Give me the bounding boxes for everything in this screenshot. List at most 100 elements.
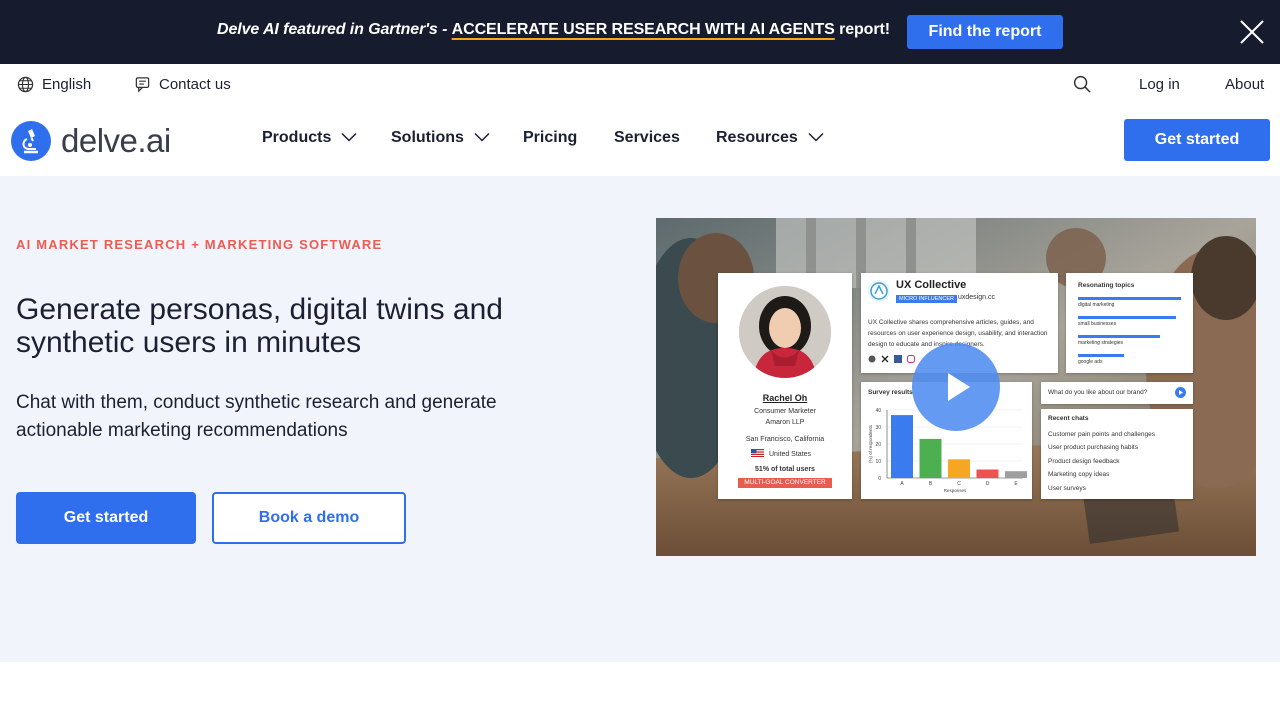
persona-country: United States: [751, 449, 811, 459]
language-label: English: [42, 76, 92, 93]
chat-question-text: What do you like about our brand?: [1048, 389, 1148, 396]
survey-bar: [891, 415, 913, 478]
persona-role: Consumer Marketer: [754, 408, 816, 415]
utility-bar: English Contact us Log in About: [0, 64, 1280, 104]
hero-subline: Chat with them, conduct synthetic resear…: [16, 392, 497, 441]
login-link[interactable]: Log in: [1139, 76, 1180, 93]
persona-avatar: [739, 286, 831, 378]
logo-text: delve.ai: [61, 122, 171, 159]
main-nav: delve.ai Products Solutions Pricing Serv…: [0, 104, 1280, 176]
page-below-hero: [0, 662, 1280, 720]
send-icon: [1175, 387, 1186, 398]
survey-bar: [1005, 471, 1027, 478]
recent-chat-item: Customer pain points and challenges: [1048, 431, 1155, 438]
close-icon[interactable]: [1239, 19, 1265, 45]
survey-bar: [919, 438, 942, 478]
announcement-link[interactable]: ACCELERATE USER RESEARCH WITH AI AGENTS: [452, 21, 835, 38]
brand-name: UX Collective: [896, 279, 967, 291]
survey-bar: [976, 469, 999, 478]
announcement-lead: Delve AI featured in Gartner's -: [217, 21, 452, 38]
product-video[interactable]: Rachel Oh Consumer Marketer Amaron LLP S…: [656, 218, 1256, 556]
web-icon: [868, 355, 876, 365]
topic-label: google ads: [1078, 359, 1103, 365]
persona-card: Rachel Oh Consumer Marketer Amaron LLP S…: [718, 273, 852, 499]
play-icon[interactable]: [912, 343, 1000, 431]
chevron-down-icon: [474, 129, 490, 147]
find-report-button[interactable]: Find the report: [907, 15, 1063, 49]
nav-solutions-label: Solutions: [391, 129, 464, 146]
brand-social-icons: [868, 355, 915, 365]
hero-eyebrow: AI MARKET RESEARCH + MARKETING SOFTWARE: [16, 237, 383, 252]
nav-products-label: Products: [262, 129, 332, 146]
instagram-icon: [907, 355, 915, 365]
us-flag-icon: [751, 449, 764, 459]
topics-title: Resonating topics: [1078, 282, 1135, 289]
globe-icon: [17, 76, 34, 93]
nav-solutions[interactable]: Solutions: [391, 129, 490, 147]
logo[interactable]: delve.ai: [11, 121, 171, 161]
x-tick-label: E: [1014, 481, 1018, 487]
recent-chat-item: User surveys: [1048, 485, 1086, 492]
chat-icon: [134, 76, 151, 93]
y-tick-label: 0: [878, 476, 881, 482]
y-tick-label: 30: [875, 425, 881, 431]
announcement-text: Delve AI featured in Gartner's - ACCELER…: [217, 21, 890, 39]
language-selector[interactable]: English: [17, 76, 91, 93]
recent-chat-item: Product design feedback: [1048, 458, 1120, 465]
chevron-down-icon: [341, 129, 357, 147]
persona-share: 51% of total users: [755, 466, 815, 473]
topic-label: small businesses: [1078, 321, 1117, 327]
hero-section: AI MARKET RESEARCH + MARKETING SOFTWARE …: [0, 176, 1280, 662]
x-tick-label: D: [986, 481, 990, 487]
persona-company: Amaron LLP: [765, 419, 805, 426]
nav-resources[interactable]: Resources: [716, 129, 824, 147]
topic-bar: [1078, 354, 1124, 357]
nav-services[interactable]: Services: [614, 129, 680, 147]
x-tick-label: A: [900, 481, 904, 487]
y-tick-label: 40: [875, 408, 881, 414]
y-tick-label: 20: [875, 442, 881, 448]
survey-bar: [948, 459, 970, 478]
search-icon[interactable]: [1073, 75, 1092, 94]
facebook-icon: [894, 355, 902, 365]
topics-card: Resonating topics digital marketing small…: [1066, 273, 1193, 373]
announcement-bar: Delve AI featured in Gartner's - ACCELER…: [0, 0, 1280, 64]
x-icon: [881, 355, 889, 365]
nav-pricing[interactable]: Pricing: [523, 129, 577, 147]
y-axis-label: (%) of respondents: [868, 424, 873, 463]
persona-name: Rachel Oh: [762, 393, 808, 403]
book-demo-button[interactable]: Book a demo: [212, 492, 406, 544]
brand-badge: MICRO INFLUENCER: [896, 295, 958, 303]
brand-domain: uxdesign.cc: [958, 294, 995, 301]
topic-bar: [1078, 316, 1176, 319]
persona-location: San Francisco, California: [745, 436, 825, 443]
announcement-tail: report!: [834, 21, 890, 38]
recent-chat-item: Marketing copy ideas: [1048, 471, 1110, 478]
persona-tag: MULTI-GOAL CONVERTER: [738, 478, 832, 488]
persona-country-label: United States: [769, 450, 812, 458]
nav-resources-label: Resources: [716, 129, 798, 146]
hero-headline: Generate personas, digital twins and syn…: [16, 293, 503, 359]
recent-chats-card: Recent chats Customer pain points and ch…: [1041, 409, 1193, 499]
topic-bar: [1078, 297, 1181, 300]
topic-label: marketing strategies: [1078, 340, 1124, 346]
about-link[interactable]: About: [1225, 76, 1264, 93]
y-tick-label: 10: [875, 459, 881, 465]
x-tick-label: B: [929, 481, 933, 487]
get-started-button[interactable]: Get started: [16, 492, 196, 544]
recent-chat-item: User product purchasing habits: [1048, 444, 1138, 451]
nav-products[interactable]: Products: [262, 129, 357, 147]
get-started-nav-button[interactable]: Get started: [1124, 119, 1270, 161]
topic-label: digital marketing: [1078, 302, 1115, 308]
x-tick-label: C: [957, 481, 961, 487]
brand-logo-icon: [868, 280, 890, 302]
contact-label: Contact us: [159, 76, 231, 93]
chevron-down-icon: [808, 129, 824, 147]
recent-chats-title: Recent chats: [1048, 415, 1089, 422]
nav-pricing-label: Pricing: [523, 129, 578, 146]
contact-link[interactable]: Contact us: [134, 76, 231, 93]
chat-question: What do you like about our brand?: [1041, 382, 1193, 404]
nav-services-label: Services: [614, 129, 680, 146]
microscope-icon: [11, 121, 51, 161]
x-axis-label: Responses: [944, 488, 967, 493]
